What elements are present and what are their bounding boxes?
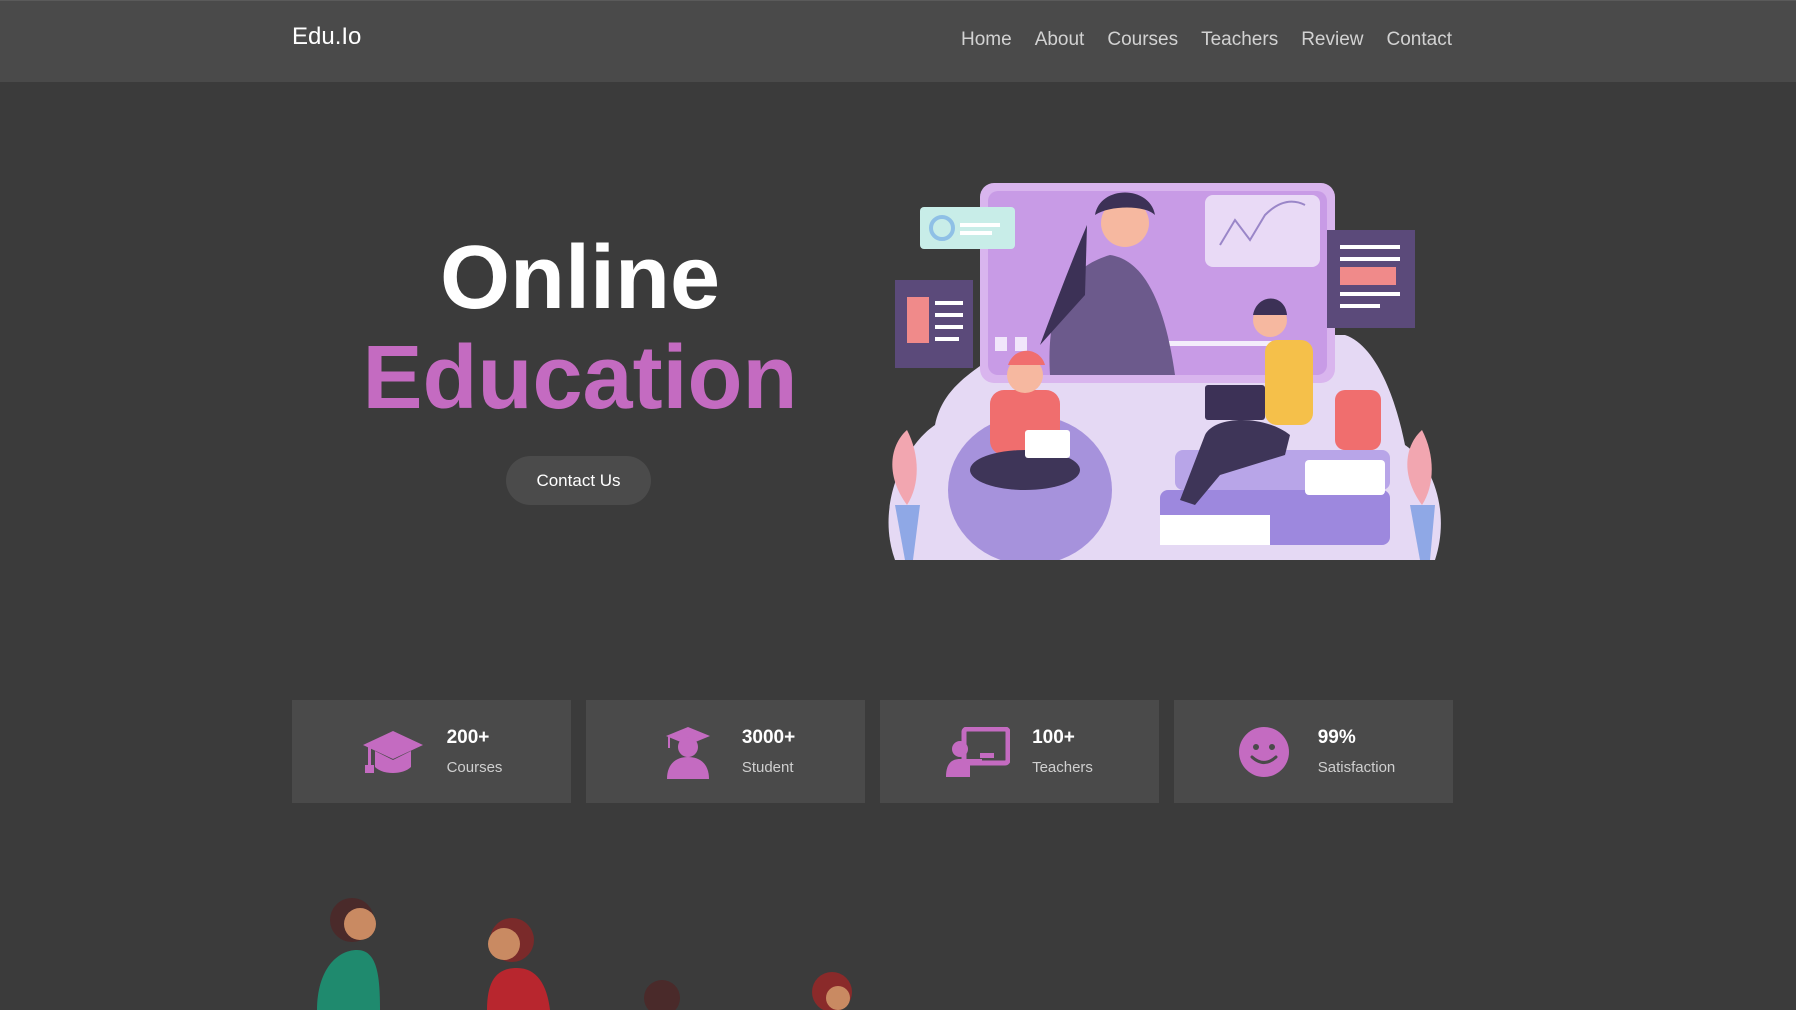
stat-card-teachers: 100+ Teachers [880, 700, 1159, 803]
nav-contact[interactable]: Contact [1387, 29, 1452, 51]
brand-logo[interactable]: Edu.Io [292, 23, 361, 51]
smiley-icon [1232, 724, 1296, 780]
nav-about[interactable]: About [1035, 29, 1085, 51]
stat-card-satisfaction: 99% Satisfaction [1174, 700, 1453, 803]
stat-value: 3000+ [741, 727, 796, 748]
teacher-board-icon [946, 724, 1011, 780]
stat-label: Satisfaction [1317, 759, 1396, 776]
contact-us-button[interactable]: Contact Us [506, 456, 651, 505]
online-learning-illustration [888, 183, 1441, 560]
people-illustration [317, 898, 852, 1010]
hero-title-line2: Education [362, 328, 798, 428]
stat-value: 100+ [1032, 727, 1075, 748]
graduation-cap-icon [361, 724, 425, 780]
nav-courses[interactable]: Courses [1107, 29, 1178, 51]
main-nav: Home About Courses Teachers Review Conta… [961, 29, 1452, 51]
stat-value: 200+ [446, 727, 490, 748]
stat-card-students: 3000+ Student [586, 700, 865, 803]
stat-value: 99% [1317, 727, 1356, 748]
stats-row: 200+ Courses 3000+ Student 100+ Teachers… [292, 700, 1453, 803]
hero-title: Online Education [340, 228, 820, 428]
stat-label: Teachers [1032, 759, 1093, 776]
nav-teachers[interactable]: Teachers [1201, 29, 1278, 51]
nav-review[interactable]: Review [1301, 29, 1363, 51]
hero-title-line1: Online [439, 228, 721, 328]
graduate-student-icon [656, 724, 720, 780]
stat-card-courses: 200+ Courses [292, 700, 571, 803]
nav-home[interactable]: Home [961, 29, 1012, 51]
stat-label: Student [741, 759, 794, 776]
stat-label: Courses [446, 759, 503, 776]
top-navbar: Edu.Io Home About Courses Teachers Revie… [0, 0, 1796, 82]
